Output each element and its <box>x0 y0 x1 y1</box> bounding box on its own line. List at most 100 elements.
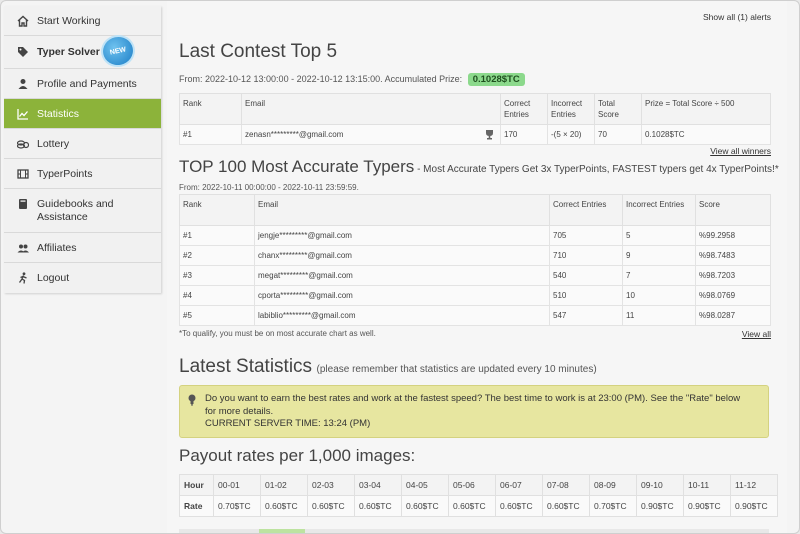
rate-cell: 0.60$TC <box>401 495 449 517</box>
view-all-winners-link[interactable]: View all winners <box>710 146 771 156</box>
hour-cell: 05-06 <box>448 474 496 496</box>
film-icon <box>16 168 30 180</box>
hour-cell: 11-12 <box>730 474 778 496</box>
table-row: #1 zenasn*********@gmail.com 170 -(5 × 2… <box>179 124 771 145</box>
payout-rates-table: Hour 00-01 01-02 02-03 03-04 04-05 05-06… <box>179 474 778 517</box>
sidebar-item-lottery[interactable]: Lottery <box>4 129 161 159</box>
sidebar-item-logout[interactable]: Logout <box>4 263 161 293</box>
hour-cell: 07-08 <box>542 474 590 496</box>
tag-icon <box>16 46 30 58</box>
hour-cell: 09-10 <box>636 474 684 496</box>
sidebar-item-label: Statistics <box>37 107 80 120</box>
book-icon <box>16 198 30 210</box>
table-cell: 705 <box>549 225 623 246</box>
sidebar: Start Working Typer Solver NEW Profile a… <box>4 6 161 293</box>
table-cell: %98.0769 <box>695 285 771 306</box>
sidebar-item-statistics[interactable]: Statistics <box>4 99 161 129</box>
server-time: CURRENT SERVER TIME: 13:24 (PM) <box>205 418 371 429</box>
sidebar-item-typerpoints[interactable]: TyperPoints <box>4 159 161 189</box>
rate-cell: 0.90$TC <box>730 495 778 517</box>
table-cell: megat*********@gmail.com <box>254 265 550 286</box>
table-cell: cporta*********@gmail.com <box>254 285 550 306</box>
chart-icon <box>16 108 30 120</box>
latest-subtitle: (please remember that statistics are upd… <box>316 364 597 375</box>
table-cell: chanx*********@gmail.com <box>254 245 550 266</box>
user-icon <box>16 78 30 90</box>
sidebar-item-start-working[interactable]: Start Working <box>4 6 161 36</box>
table-row: #2 chanx*********@gmail.com 710 9 %98.74… <box>179 245 771 266</box>
table-cell: 0.1028$TC <box>641 124 771 145</box>
app-frame: Start Working Typer Solver NEW Profile a… <box>0 0 800 534</box>
table-cell: 170 <box>500 124 548 145</box>
table-cell: 540 <box>549 265 623 286</box>
highlight-cell <box>259 529 305 533</box>
table-cell: 10 <box>622 285 696 306</box>
hour-label: Hour <box>179 474 214 496</box>
home-icon <box>16 15 30 27</box>
column-header: Total Score <box>594 93 642 125</box>
table-row: #5 labiblio*********@gmail.com 547 11 %9… <box>179 305 771 326</box>
rate-cell: 0.90$TC <box>683 495 731 517</box>
sidebar-item-profile-payments[interactable]: Profile and Payments <box>4 69 161 99</box>
rate-label: Rate <box>179 495 214 517</box>
column-header: Incorrect Entries <box>622 194 696 226</box>
table-cell: jengje*********@gmail.com <box>254 225 550 246</box>
sidebar-item-label: Typer Solver <box>37 46 100 58</box>
table-cell: #5 <box>179 305 255 326</box>
next-table-edge <box>179 529 769 533</box>
table-cell: 710 <box>549 245 623 266</box>
hour-cell: 03-04 <box>354 474 402 496</box>
contest-table: Rank Email Correct Entries Incorrect Ent… <box>179 93 771 145</box>
table-cell: 7 <box>622 265 696 286</box>
table-cell: 547 <box>549 305 623 326</box>
table-cell: 9 <box>622 245 696 266</box>
sidebar-item-guidebooks[interactable]: Guidebooks and Assistance <box>4 189 161 233</box>
rate-cell: 0.60$TC <box>260 495 308 517</box>
accurate-heading: TOP 100 Most Accurate Typers - Most Accu… <box>179 157 779 177</box>
table-cell: %98.0287 <box>695 305 771 326</box>
table-row: #1 jengje*********@gmail.com 705 5 %99.2… <box>179 225 771 246</box>
view-all-link[interactable]: View all <box>742 329 771 339</box>
sidebar-item-label: Logout <box>37 272 70 284</box>
table-cell: %98.7203 <box>695 265 771 286</box>
sidebar-item-label: Affiliates <box>37 241 77 254</box>
table-cell: 510 <box>549 285 623 306</box>
column-header: Correct Entries <box>500 93 548 125</box>
column-header: Correct Entries <box>549 194 623 226</box>
sidebar-item-affiliates[interactable]: Affiliates <box>4 233 161 263</box>
accurate-period: From: 2022-10-11 00:00:00 - 2022-10-11 2… <box>179 183 359 192</box>
hour-cell: 01-02 <box>260 474 308 496</box>
accumulated-prize-badge: 0.1028$TC <box>467 73 525 86</box>
users-icon <box>16 242 30 254</box>
column-header: Prize = Total Score ÷ 500 <box>641 93 771 125</box>
table-cell: %98.7483 <box>695 245 771 266</box>
rate-cell: 0.70$TC <box>213 495 261 517</box>
hour-cell: 02-03 <box>307 474 355 496</box>
coins-icon <box>16 138 30 150</box>
accurate-subtitle: - Most Accurate Typers Get 3x TyperPoint… <box>414 164 779 175</box>
table-cell: labiblio*********@gmail.com <box>254 305 550 326</box>
column-header: Email <box>254 194 550 226</box>
table-cell: 11 <box>622 305 696 326</box>
qualify-note: *To qualify, you must be on most accurat… <box>179 329 376 338</box>
email-text: zenasn*********@gmail.com <box>245 130 344 139</box>
rate-cell: 0.60$TC <box>542 495 590 517</box>
table-cell: 5 <box>622 225 696 246</box>
sidebar-item-typer-solver[interactable]: Typer Solver NEW <box>4 34 161 69</box>
table-cell: #1 <box>179 225 255 246</box>
rate-cell: 0.90$TC <box>636 495 684 517</box>
table-cell: #4 <box>179 285 255 306</box>
show-alerts-link[interactable]: Show all (1) alerts <box>703 12 771 22</box>
column-header: Incorrect Entries <box>547 93 595 125</box>
hour-cell: 04-05 <box>401 474 449 496</box>
new-badge: NEW <box>100 34 136 68</box>
sidebar-item-label: Guidebooks and Assistance <box>37 198 114 223</box>
table-row: #3 megat*********@gmail.com 540 7 %98.72… <box>179 265 771 286</box>
hour-cell: 06-07 <box>495 474 543 496</box>
hour-cell: 00-01 <box>213 474 261 496</box>
best-time-notice: Do you want to earn the best rates and w… <box>179 385 769 438</box>
rate-cell: 0.70$TC <box>589 495 637 517</box>
table-cell: #3 <box>179 265 255 286</box>
hour-cell: 10-11 <box>683 474 731 496</box>
contest-period: From: 2022-10-12 13:00:00 - 2022-10-12 1… <box>179 73 525 86</box>
